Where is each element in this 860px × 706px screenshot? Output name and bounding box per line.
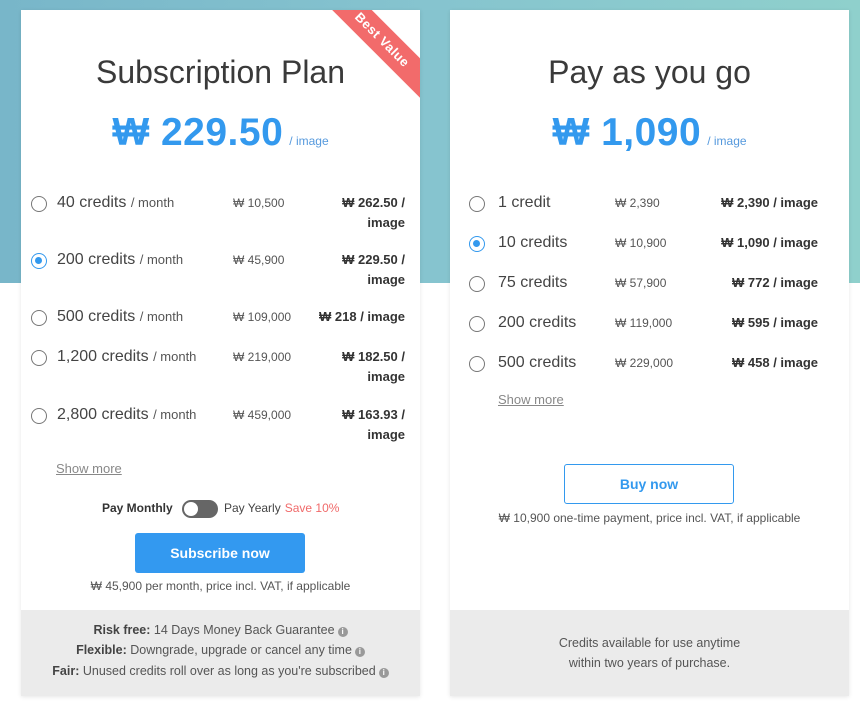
subscription-price: ₩ 229.50 / image bbox=[21, 111, 420, 155]
buy-now-button[interactable]: Buy now bbox=[564, 464, 734, 504]
payg-option-1[interactable]: 1 credit ₩ 2,390 ₩ 2,390 / image bbox=[450, 193, 849, 215]
payg-option-200[interactable]: 200 credits ₩ 119,000 ₩ 595 / image bbox=[450, 313, 849, 335]
payg-radio-500[interactable] bbox=[469, 356, 485, 372]
subscription-radio-1200[interactable] bbox=[31, 350, 47, 366]
subscription-price-note: ₩ 45,900 per month, price incl. VAT, if … bbox=[90, 579, 351, 593]
payg-radio-10[interactable] bbox=[469, 236, 485, 252]
payg-option-total: ₩ 10,900 bbox=[615, 236, 667, 250]
payg-price: ₩ 1,090 / image bbox=[450, 111, 849, 155]
subscription-option-per-image: ₩ 182.50 /image bbox=[342, 349, 405, 384]
subscription-radio-500[interactable] bbox=[31, 310, 47, 326]
subscription-option-per-image: ₩ 163.93 /image bbox=[342, 407, 405, 442]
guarantee-flexible: Flexible: Downgrade, upgrade or cancel a… bbox=[21, 643, 420, 657]
payg-option-total: ₩ 229,000 bbox=[615, 356, 674, 370]
payg-option-10[interactable]: 10 credits ₩ 10,900 ₩ 1,090 / image bbox=[450, 233, 849, 255]
subscription-plan-card: Best Value Subscription Plan ₩ 229.50/ i… bbox=[21, 10, 420, 696]
payg-option-per-image: ₩ 458 / image bbox=[732, 355, 818, 370]
payg-option-credits: 500 credits bbox=[498, 354, 577, 371]
subscribe-now-button[interactable]: Subscribe now bbox=[135, 533, 305, 573]
save-badge: Save 10% bbox=[284, 501, 340, 515]
info-icon[interactable]: i bbox=[337, 627, 348, 637]
payg-option-credits: 75 credits bbox=[498, 274, 568, 291]
pay-as-you-go-title: Pay as you go bbox=[548, 54, 751, 90]
payg-option-75[interactable]: 75 credits ₩ 57,900 ₩ 772 / image bbox=[450, 273, 849, 295]
payg-radio-200[interactable] bbox=[469, 316, 485, 332]
subscription-plan-title: Subscription Plan bbox=[95, 54, 346, 90]
payg-option-per-image: ₩ 1,090 / image bbox=[721, 235, 818, 250]
subscription-option-total: ₩ 459,000 bbox=[233, 408, 292, 422]
subscription-guarantees: Risk free: 14 Days Money Back Guarantee i… bbox=[21, 610, 420, 696]
payg-option-per-image: ₩ 772 / image bbox=[732, 275, 818, 290]
pay-yearly-label[interactable]: Pay Yearly Save 10% bbox=[224, 501, 339, 515]
subscription-option-credits: 1,200 credits / month bbox=[57, 348, 197, 365]
billing-period-toggle[interactable] bbox=[182, 500, 218, 518]
payg-option-credits: 1 credit bbox=[498, 194, 551, 211]
subscription-option-2800[interactable]: 2,800 credits / month ₩ 459,000 ₩ 163.93… bbox=[21, 405, 420, 445]
subscription-option-per-image: ₩ 218 / image bbox=[319, 309, 405, 324]
subscription-radio-200[interactable] bbox=[31, 253, 47, 269]
payg-radio-75[interactable] bbox=[469, 276, 485, 292]
subscription-option-1200[interactable]: 1,200 credits / month ₩ 219,000 ₩ 182.50… bbox=[21, 347, 420, 387]
subscription-option-total: ₩ 219,000 bbox=[233, 350, 292, 364]
subscription-option-per-image: ₩ 229.50 /image bbox=[342, 252, 405, 287]
pay-monthly-label[interactable]: Pay Monthly bbox=[102, 501, 173, 515]
subscription-option-500[interactable]: 500 credits / month ₩ 109,000 ₩ 218 / im… bbox=[21, 307, 420, 329]
subscription-option-40[interactable]: 40 credits / month ₩ 10,500 ₩ 262.50 /im… bbox=[21, 193, 420, 233]
subscription-price-unit: / image bbox=[289, 134, 329, 148]
subscription-option-200[interactable]: 200 credits / month ₩ 45,900 ₩ 229.50 /i… bbox=[21, 250, 420, 290]
subscription-price-value: ₩ 229.50 bbox=[112, 111, 284, 154]
payg-footer-line-1: Credits available for use anytime bbox=[558, 636, 741, 650]
subscription-option-credits: 2,800 credits / month bbox=[57, 406, 197, 423]
payg-radio-1[interactable] bbox=[469, 196, 485, 212]
info-icon[interactable]: i bbox=[354, 647, 365, 657]
subscription-radio-2800[interactable] bbox=[31, 408, 47, 424]
subscription-radio-40[interactable] bbox=[31, 196, 47, 212]
payg-show-more-link[interactable]: Show more bbox=[498, 392, 564, 407]
subscription-show-more-link[interactable]: Show more bbox=[56, 461, 122, 476]
payg-footer-line-2: within two years of purchase. bbox=[568, 656, 731, 670]
pay-as-you-go-card: Pay as you go ₩ 1,090 / image 1 credit ₩ … bbox=[450, 10, 849, 696]
billing-toggle-row: Pay Monthly Pay Yearly Save 10% bbox=[21, 500, 420, 518]
toggle-knob bbox=[184, 502, 198, 516]
subscription-option-credits: 500 credits / month bbox=[57, 308, 184, 325]
subscription-option-total: ₩ 45,900 bbox=[233, 253, 285, 267]
payg-price-unit: / image bbox=[707, 134, 747, 148]
payg-option-credits: 10 credits bbox=[498, 234, 568, 251]
info-icon[interactable]: i bbox=[378, 668, 389, 678]
payg-option-total: ₩ 57,900 bbox=[615, 276, 667, 290]
payg-option-credits: 200 credits bbox=[498, 314, 577, 331]
subscription-option-per-image: ₩ 262.50 /image bbox=[342, 195, 405, 230]
subscription-option-credits: 200 credits / month bbox=[57, 251, 184, 268]
guarantee-fair: Fair: Unused credits roll over as long a… bbox=[21, 664, 420, 678]
payg-footer: Credits available for use anytime within… bbox=[450, 610, 849, 696]
subscription-option-total: ₩ 109,000 bbox=[233, 310, 292, 324]
payg-price-note: ₩ 10,900 one-time payment, price incl. V… bbox=[498, 511, 801, 525]
payg-option-per-image: ₩ 595 / image bbox=[732, 315, 818, 330]
subscription-option-total: ₩ 10,500 bbox=[233, 196, 285, 210]
guarantee-risk-free: Risk free: 14 Days Money Back Guarantee i bbox=[21, 623, 420, 637]
payg-option-500[interactable]: 500 credits ₩ 229,000 ₩ 458 / image bbox=[450, 353, 849, 375]
payg-price-value: ₩ 1,090 bbox=[552, 111, 702, 154]
payg-option-per-image: ₩ 2,390 / image bbox=[721, 195, 818, 210]
subscription-option-credits: 40 credits / month bbox=[57, 194, 175, 211]
payg-option-total: ₩ 2,390 bbox=[615, 196, 660, 210]
payg-option-total: ₩ 119,000 bbox=[615, 316, 673, 330]
